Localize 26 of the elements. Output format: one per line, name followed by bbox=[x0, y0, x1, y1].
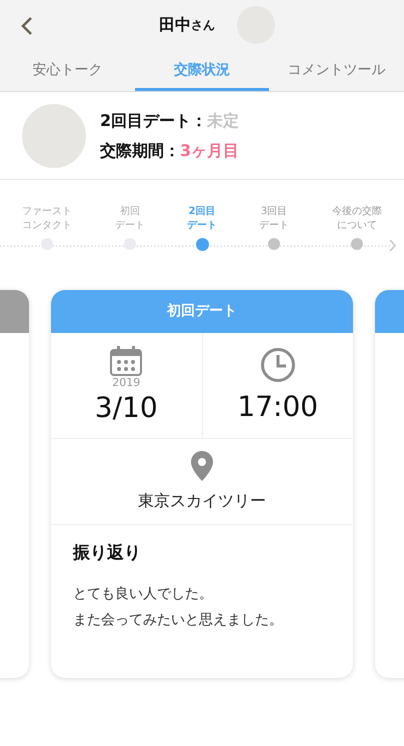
date-value: 3/10 bbox=[94, 390, 158, 425]
calendar-icon bbox=[110, 346, 142, 376]
user-name: 田中 bbox=[159, 14, 191, 36]
review-heading: 振り返り bbox=[73, 542, 142, 565]
tab[interactable]: 安心トーク bbox=[0, 50, 135, 91]
card-title: 初回デート bbox=[51, 290, 353, 333]
year-label: 2019 bbox=[112, 376, 140, 390]
field-label: 2回目デート： bbox=[100, 110, 208, 132]
step-label: 2回目 デート bbox=[187, 205, 217, 233]
tab[interactable]: コメントツール bbox=[269, 50, 404, 91]
location-pin-icon bbox=[191, 450, 213, 480]
time-value: 17:00 bbox=[237, 389, 318, 424]
chevron-right-icon[interactable] bbox=[389, 239, 396, 252]
tab[interactable]: 交際状況 bbox=[134, 50, 270, 91]
field-value: 未定 bbox=[207, 110, 240, 132]
step-label: 初回 デート bbox=[115, 205, 145, 233]
field-value: 3ヶ月目 bbox=[180, 140, 240, 162]
honorific: さん bbox=[191, 16, 215, 34]
place-name: 東京スカイツリー bbox=[138, 490, 266, 512]
clock-icon bbox=[260, 347, 296, 383]
step-label: 3回目 デート bbox=[259, 205, 289, 233]
step-label: ファースト コンタクト bbox=[22, 205, 72, 233]
field-label: 交際期間： bbox=[100, 140, 180, 162]
back-icon[interactable] bbox=[20, 16, 34, 36]
review-text: とても良い人でした。 また会ってみたいと思えました。 bbox=[73, 584, 284, 630]
step-label: 今後の交際 について bbox=[332, 205, 382, 233]
